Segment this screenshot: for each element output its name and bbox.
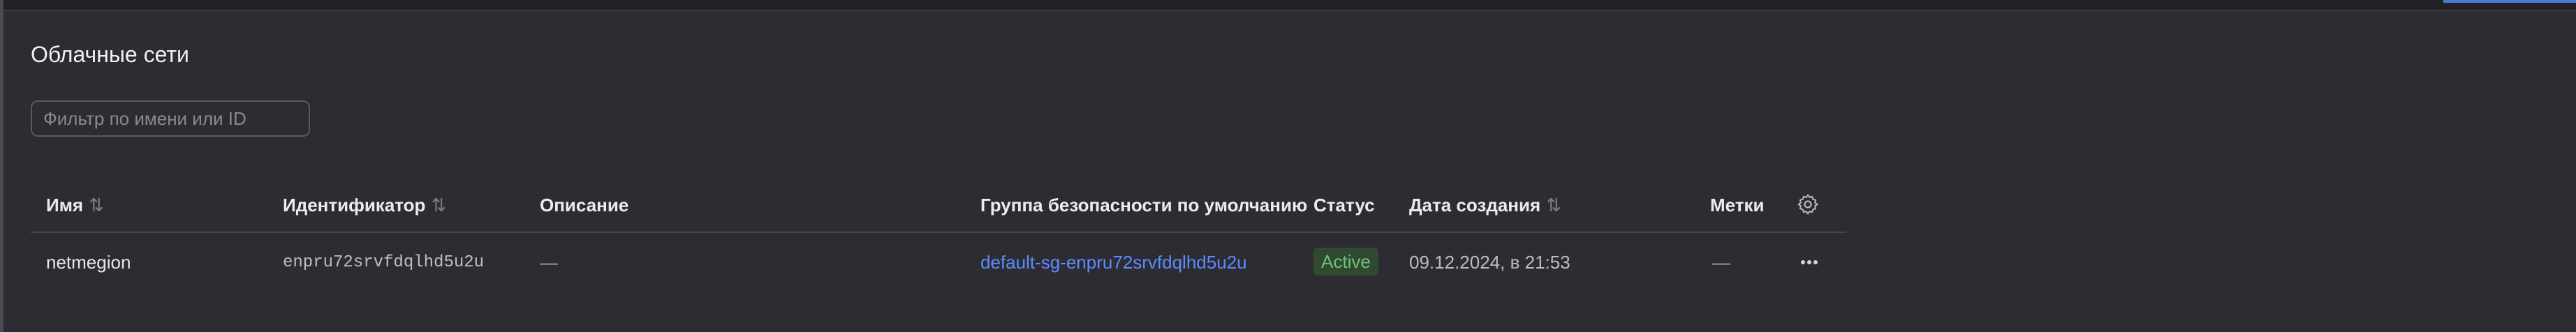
column-header-label: Идентификатор — [283, 195, 426, 216]
search-input[interactable] — [31, 100, 310, 137]
column-header-label: Имя — [46, 195, 84, 216]
security-group-link[interactable]: default-sg-enpru72srvfdqlhd5u2u — [980, 251, 1247, 273]
column-header-created[interactable]: Дата создания ⇅ — [1409, 194, 1561, 216]
column-header-id[interactable]: Идентификатор ⇅ — [283, 194, 446, 216]
created-date: 09.12.2024, в 21:53 — [1409, 252, 1570, 273]
page-title: Облачные сети — [31, 42, 189, 67]
network-id: enpru72srvfdqlhd5u2u — [283, 253, 485, 272]
column-header-label: Группа безопасности по умолчанию — [980, 195, 1308, 216]
main-panel: Облачные сети Имя⇅ Идентификатор⇅ Описан… — [3, 11, 2576, 332]
network-labels: — — [1712, 252, 1730, 273]
gear-icon[interactable] — [1796, 193, 1820, 216]
top-frame — [0, 0, 2576, 11]
sort-arrows-icon[interactable]: ⇅ — [1546, 194, 1561, 216]
more-horizontal-icon[interactable] — [1797, 252, 1821, 272]
column-header-label: Описание — [540, 195, 629, 216]
header-divider — [31, 232, 1846, 233]
status-badge: Active — [1313, 248, 1378, 276]
top-accent-bar — [2443, 0, 2576, 3]
column-header-label: Статус — [1313, 195, 1375, 216]
column-header-label: Метки — [1710, 195, 1765, 216]
column-header-labels: Метки — [1710, 194, 1765, 216]
column-header-security-group: Группа безопасности по умолчанию — [980, 194, 1307, 216]
column-header-name[interactable]: Имя ⇅ — [46, 194, 104, 216]
network-description: — — [540, 252, 558, 273]
column-header-description: Описание — [540, 194, 628, 216]
sort-arrows-icon[interactable]: ⇅ — [89, 194, 104, 216]
column-header-status: Статус — [1313, 194, 1375, 216]
column-header-label: Дата создания — [1409, 195, 1541, 216]
sort-arrows-icon[interactable]: ⇅ — [431, 194, 446, 216]
network-name: netmegion — [46, 252, 131, 273]
